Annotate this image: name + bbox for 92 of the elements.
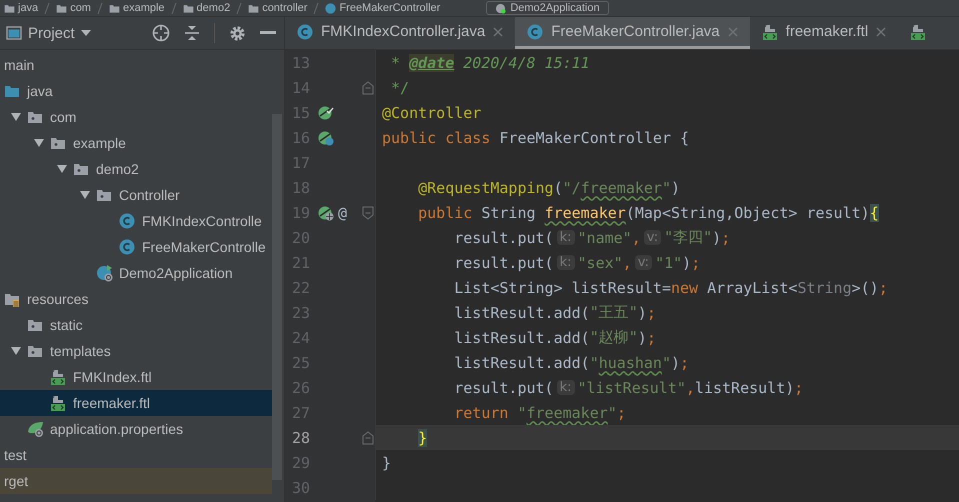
template-file-icon	[762, 24, 778, 40]
folder-icon	[50, 135, 66, 151]
tree-item[interactable]: application.properties	[0, 416, 272, 442]
editor-tab[interactable]: FreeMakerController.java	[515, 17, 750, 49]
code-line: @RequestMapping("/freemaker")	[375, 175, 959, 200]
expanded-arrow-icon[interactable]	[80, 190, 90, 200]
bean-icon[interactable]	[318, 130, 334, 146]
folder-icon	[27, 109, 43, 125]
at-sign-marker[interactable]: @	[338, 204, 348, 222]
template-file-icon	[50, 395, 66, 411]
folder-icon	[27, 343, 43, 359]
scrollbar-thumb[interactable]	[272, 114, 282, 480]
tree-item[interactable]: resources	[0, 286, 272, 312]
fold-icon[interactable]	[362, 206, 374, 220]
code-line: listResult.add("huashan");	[375, 350, 959, 375]
folder-icon	[27, 317, 43, 333]
folder-icon	[182, 2, 194, 14]
c-circle-icon	[325, 2, 336, 14]
c-circle-icon	[119, 213, 135, 229]
tree-item[interactable]: rget	[0, 468, 272, 494]
folder-icon	[96, 187, 112, 203]
settings-icon[interactable]	[229, 24, 246, 42]
tree-item[interactable]: FreeMakerControlle	[0, 234, 272, 260]
c-circle-icon	[297, 24, 313, 40]
expanded-arrow-icon[interactable]	[10, 346, 20, 356]
tree-item[interactable]: demo2	[0, 156, 272, 182]
tree-item[interactable]: freemaker.ftl	[0, 390, 272, 416]
separator-icon	[236, 2, 242, 14]
fold-icon[interactable]	[362, 80, 374, 94]
breadcrumb-item[interactable]: controller	[248, 2, 308, 14]
fold-icon[interactable]	[362, 430, 374, 444]
code-line: * @date 2020/4/8 15:11	[375, 50, 959, 75]
folder-icon	[4, 2, 15, 14]
code-line: listResult.add("王五");	[375, 300, 959, 325]
code-line: result.put( k: "sex", v: "1");	[375, 250, 959, 275]
code-line: */	[375, 75, 959, 100]
tree-item[interactable]: main	[0, 52, 272, 78]
editor-tab[interactable]: FMKIndexController.java	[285, 17, 516, 49]
breadcrumb-item[interactable]: demo2	[182, 2, 230, 14]
leaf-icon	[27, 420, 45, 438]
breadcrumb-item[interactable]: example	[108, 2, 165, 14]
minimize-icon[interactable]	[260, 31, 276, 35]
tree-item[interactable]: FMKIndex.ftl	[0, 364, 272, 390]
c-circle-icon	[119, 239, 135, 255]
breadcrumb-item[interactable]: FreeMakerController	[325, 2, 440, 14]
separator-icon	[44, 2, 50, 14]
code-line: List<String> listResult=new ArrayList<String>();	[375, 275, 959, 300]
bean-icon[interactable]	[318, 104, 334, 120]
expanded-arrow-icon[interactable]	[34, 138, 44, 148]
app-icon	[495, 2, 506, 14]
folder-icon	[73, 161, 89, 177]
globe-icon[interactable]	[318, 204, 334, 220]
code-line: result.put( k: "name", v: "李四");	[375, 225, 959, 250]
tree-item[interactable]: static	[0, 312, 272, 338]
breadcrumb-item[interactable]: java	[4, 2, 38, 14]
expanded-arrow-icon[interactable]	[10, 112, 20, 122]
template-file-icon	[910, 24, 926, 40]
project-view-selector[interactable]: Project	[6, 24, 91, 42]
editor-tab[interactable]: freemaker.ftl	[750, 17, 898, 49]
tree-item[interactable]: FMKIndexControlle	[0, 208, 272, 234]
code-line: public String freemaker(Map<String,Object> result){	[375, 200, 959, 225]
folder-icon	[248, 2, 260, 14]
folder-icon	[56, 2, 68, 14]
separator-icon	[170, 2, 177, 14]
window-icon	[6, 25, 22, 41]
code-line: result.put( k: "listResult",listResult);	[375, 375, 959, 400]
tree-item[interactable]: Controller	[0, 182, 272, 208]
tree-item[interactable]: java	[0, 78, 272, 104]
code-line: @Controller	[375, 100, 959, 125]
run-config-selector[interactable]: Demo2Application	[486, 1, 609, 15]
code-line: listResult.add("赵柳");	[375, 325, 959, 350]
c-circle-icon	[527, 24, 544, 40]
resources-folder-icon	[4, 291, 20, 307]
app-icon	[96, 264, 114, 282]
code-line: }	[375, 450, 959, 475]
collapse-all-icon[interactable]	[184, 24, 200, 42]
tree-item[interactable]: example	[0, 130, 272, 156]
tree-item[interactable]: com	[0, 104, 272, 130]
tree-item[interactable]: templates	[0, 338, 272, 364]
template-file-icon	[50, 369, 66, 385]
folder-icon	[4, 83, 20, 99]
tree-item[interactable]: Demo2Application	[0, 260, 272, 286]
expanded-arrow-icon[interactable]	[56, 164, 66, 174]
locate-icon[interactable]	[152, 24, 170, 42]
folder-icon	[108, 2, 120, 14]
line-number: 28	[291, 428, 312, 448]
dropdown-caret-icon	[80, 30, 91, 36]
separator-icon	[313, 2, 320, 14]
tree-item[interactable]: test	[0, 442, 272, 468]
separator-icon	[96, 2, 103, 14]
breadcrumb-item[interactable]: com	[56, 2, 91, 14]
code-line: public class FreeMakerController {	[375, 125, 959, 150]
